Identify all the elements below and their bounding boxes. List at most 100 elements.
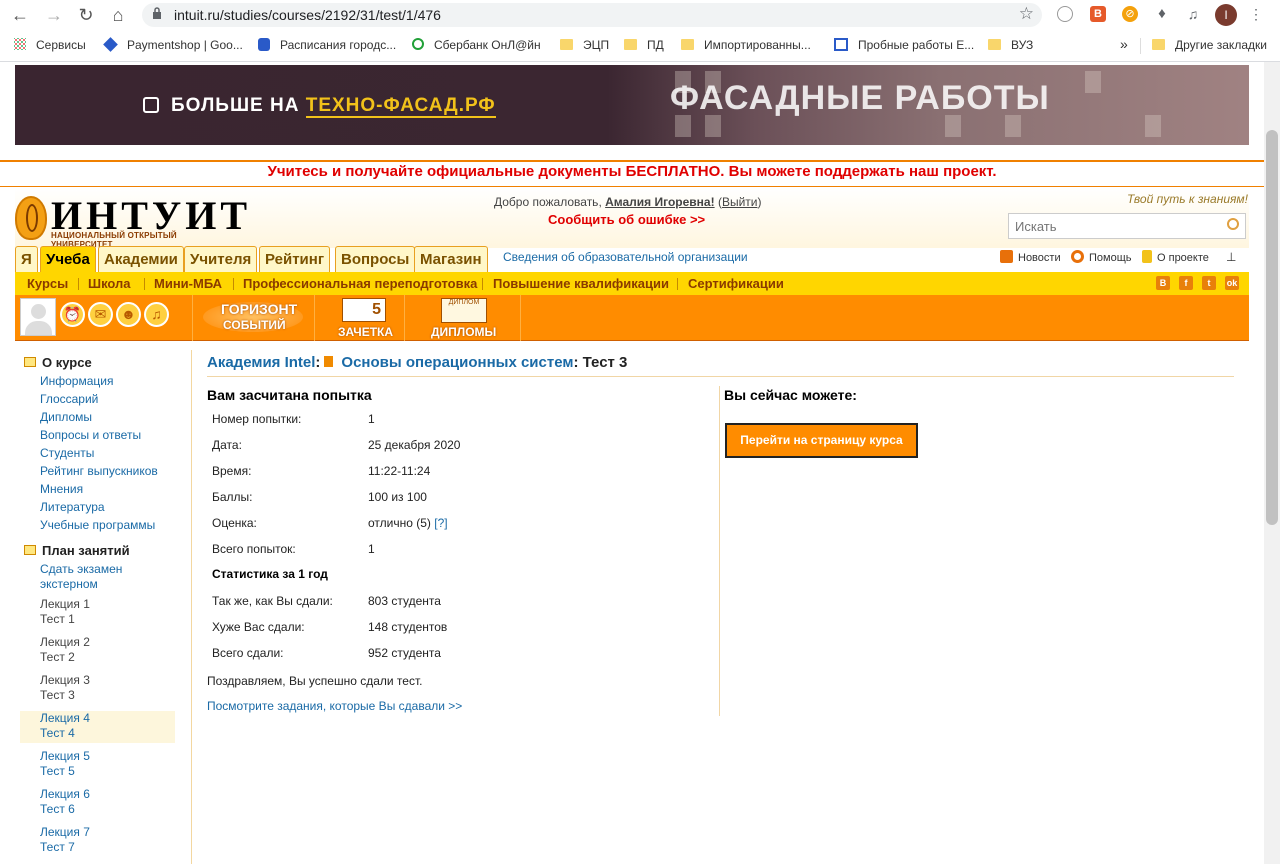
- grade-help-link[interactable]: [?]: [434, 516, 447, 530]
- tab-academies[interactable]: Академии: [98, 246, 184, 272]
- logout-link[interactable]: Выйти: [722, 195, 758, 209]
- bell-icon[interactable]: ♫: [144, 302, 169, 327]
- avatar[interactable]: [20, 298, 56, 336]
- sidebar-item-lecture[interactable]: Лекция 6: [40, 787, 90, 801]
- bookmark-paymentshop[interactable]: Paymentshop | Goo...: [103, 37, 243, 52]
- profile-avatar[interactable]: I: [1215, 4, 1237, 26]
- search-icon[interactable]: [1227, 218, 1239, 230]
- sidebar-item-programs[interactable]: Учебные программы: [40, 518, 155, 532]
- sidebar-item-test[interactable]: Тест 6: [40, 802, 75, 816]
- tab-study[interactable]: Учеба: [40, 246, 96, 272]
- gradebook-button[interactable]: 5 ЗАЧЕТКА: [314, 295, 404, 341]
- sidebar-item-test[interactable]: Тест 4: [40, 726, 75, 740]
- goto-course-button[interactable]: Перейти на страницу курса: [725, 423, 918, 458]
- banner-site-link[interactable]: ТЕХНО-ФАСАД.РФ: [305, 95, 496, 118]
- news-link[interactable]: Новости: [1000, 250, 1061, 264]
- ad-banner[interactable]: БОЛЬШЕ НА ТЕХНО-ФАСАД.РФ ФАСАДНЫЕ РАБОТЫ: [15, 65, 1249, 145]
- sidebar-item-exam-line-1[interactable]: Сдать экзамен: [40, 562, 122, 576]
- sidebar-item-lecture[interactable]: Лекция 4: [40, 711, 90, 725]
- sidebar-item-faq[interactable]: Вопросы и ответы: [40, 428, 141, 442]
- bookmark-star-icon[interactable]: ☆: [1019, 4, 1034, 24]
- sidebar-item-opinions[interactable]: Мнения: [40, 482, 83, 496]
- about-course-heading[interactable]: О курсе: [20, 355, 92, 370]
- sidebar-item-info[interactable]: Информация: [40, 374, 113, 388]
- friends-icon[interactable]: ☻: [116, 302, 141, 327]
- odnoklassniki-icon[interactable]: ok: [1225, 276, 1239, 290]
- result-value: 11:22-11:24: [368, 464, 431, 478]
- sidebar-item-lecture[interactable]: Лекция 2: [40, 635, 90, 649]
- vk-icon[interactable]: В: [1156, 276, 1170, 290]
- bookmark-trial-works[interactable]: Пробные работы Е...: [834, 38, 974, 52]
- sidebar-item-literature[interactable]: Литература: [40, 500, 105, 514]
- sidebar-item-glossary[interactable]: Глоссарий: [40, 392, 98, 406]
- bookmark-services[interactable]: Сервисы: [14, 38, 86, 52]
- back-icon[interactable]: ←: [8, 4, 32, 26]
- search-input[interactable]: [1009, 214, 1219, 238]
- sidebar-item-lecture[interactable]: Лекция 3: [40, 673, 90, 687]
- bookmark-schedule[interactable]: Расписания городс...: [258, 38, 396, 52]
- banner-building-window: [675, 115, 691, 137]
- sidebar-item-test[interactable]: Тест 5: [40, 764, 75, 778]
- sidebar-item-diplomas[interactable]: Дипломы: [40, 410, 92, 424]
- sidebar-item-lecture[interactable]: Лекция 1: [40, 597, 90, 611]
- subnav-retraining[interactable]: Профессиональная переподготовка: [243, 276, 477, 291]
- subnav-courses[interactable]: Курсы: [27, 276, 68, 291]
- sitemap-icon[interactable]: ⊥: [1226, 250, 1236, 264]
- bookmark-folder-vuz[interactable]: ВУЗ: [988, 38, 1033, 52]
- envelope-icon[interactable]: ✉: [88, 302, 113, 327]
- globe-icon[interactable]: [1057, 6, 1073, 22]
- sidebar-item-exam-line-2[interactable]: экстерном: [40, 577, 98, 591]
- extension-b-icon[interactable]: B: [1090, 6, 1106, 22]
- report-error-link[interactable]: Сообщить об ошибке >>: [548, 212, 705, 227]
- bookmark-other[interactable]: Другие закладки: [1152, 38, 1267, 52]
- facebook-icon[interactable]: f: [1179, 276, 1193, 290]
- subnav-divider: [677, 278, 678, 290]
- sidebar-item-test[interactable]: Тест 2: [40, 650, 75, 664]
- tab-shop[interactable]: Магазин: [414, 246, 488, 272]
- user-name-link[interactable]: Амалия Игоревна!: [605, 195, 715, 209]
- sidebar-item-lecture[interactable]: Лекция 7: [40, 825, 90, 839]
- diploma-tag: ДИПЛОМ: [448, 299, 480, 306]
- org-info-link[interactable]: Сведения об образовательной организации: [503, 250, 748, 264]
- sidebar-item-test[interactable]: Тест 7: [40, 840, 75, 854]
- horizon-events-button[interactable]: ГОРИЗОНТ СОБЫТИЙ: [192, 295, 314, 341]
- reload-icon[interactable]: ↻: [74, 4, 98, 26]
- alarm-clock-icon[interactable]: ⏰: [60, 302, 85, 327]
- site-logo[interactable]: ИНТУИТ НАЦИОНАЛЬНЫЙ ОТКРЫТЫЙ УНИВЕРСИТЕТ: [15, 193, 247, 249]
- tab-teachers[interactable]: Учителя: [184, 246, 258, 272]
- sidebar-item-lecture[interactable]: Лекция 5: [40, 749, 90, 763]
- sidebar-item-graduates-rating[interactable]: Рейтинг выпускников: [40, 464, 158, 478]
- more-bookmarks-icon[interactable]: »: [1120, 36, 1128, 52]
- sidebar-item-test-current[interactable]: Тест 3: [40, 688, 75, 702]
- breadcrumb-academy[interactable]: Академия Intel: [207, 354, 315, 371]
- subnav-certifications[interactable]: Сертификации: [688, 276, 784, 291]
- tab-questions[interactable]: Вопросы: [335, 246, 416, 272]
- extensions-puzzle-icon[interactable]: ♦: [1154, 6, 1170, 22]
- twitter-icon[interactable]: t: [1202, 276, 1216, 290]
- forward-icon[interactable]: →: [42, 4, 66, 26]
- subnav-school[interactable]: Школа: [88, 276, 131, 291]
- diplomas-button[interactable]: ДИПЛОМ ДИПЛОМЫ: [404, 295, 520, 341]
- help-link[interactable]: Помощь: [1071, 250, 1132, 264]
- breadcrumb-course[interactable]: Основы операционных систем: [341, 354, 573, 371]
- sidebar-item-students[interactable]: Студенты: [40, 446, 94, 460]
- browser-menu-icon[interactable]: ⋮: [1248, 6, 1264, 22]
- sidebar-item-test[interactable]: Тест 1: [40, 612, 75, 626]
- about-link[interactable]: О проекте: [1142, 250, 1209, 264]
- media-control-icon[interactable]: ♫: [1185, 6, 1201, 22]
- lesson-plan-heading[interactable]: План занятий: [20, 543, 130, 558]
- bookmark-folder-ecp[interactable]: ЭЦП: [560, 38, 609, 52]
- home-icon[interactable]: ⌂: [106, 4, 130, 26]
- bookmark-folder-pd[interactable]: ПД: [624, 38, 664, 52]
- address-bar[interactable]: intuit.ru/studies/courses/2192/31/test/1…: [142, 3, 1042, 27]
- subnav-mini-mba[interactable]: Мини-МБА: [154, 276, 222, 291]
- bookmark-sberbank[interactable]: Сбербанк ОнЛ@йн: [412, 38, 541, 52]
- bookmark-folder-imported[interactable]: Импортированны...: [681, 38, 811, 52]
- subnav-qualification[interactable]: Повышение квалификации: [493, 276, 669, 291]
- tab-me[interactable]: Я: [15, 246, 38, 272]
- scrollbar-thumb[interactable]: [1266, 130, 1278, 525]
- extension-sale-icon[interactable]: ⊘: [1122, 6, 1138, 22]
- view-tasks-link[interactable]: Посмотрите задания, которые Вы сдавали >…: [207, 699, 462, 713]
- horizon-label-2: СОБЫТИЙ: [223, 318, 286, 332]
- tab-rating[interactable]: Рейтинг: [259, 246, 331, 272]
